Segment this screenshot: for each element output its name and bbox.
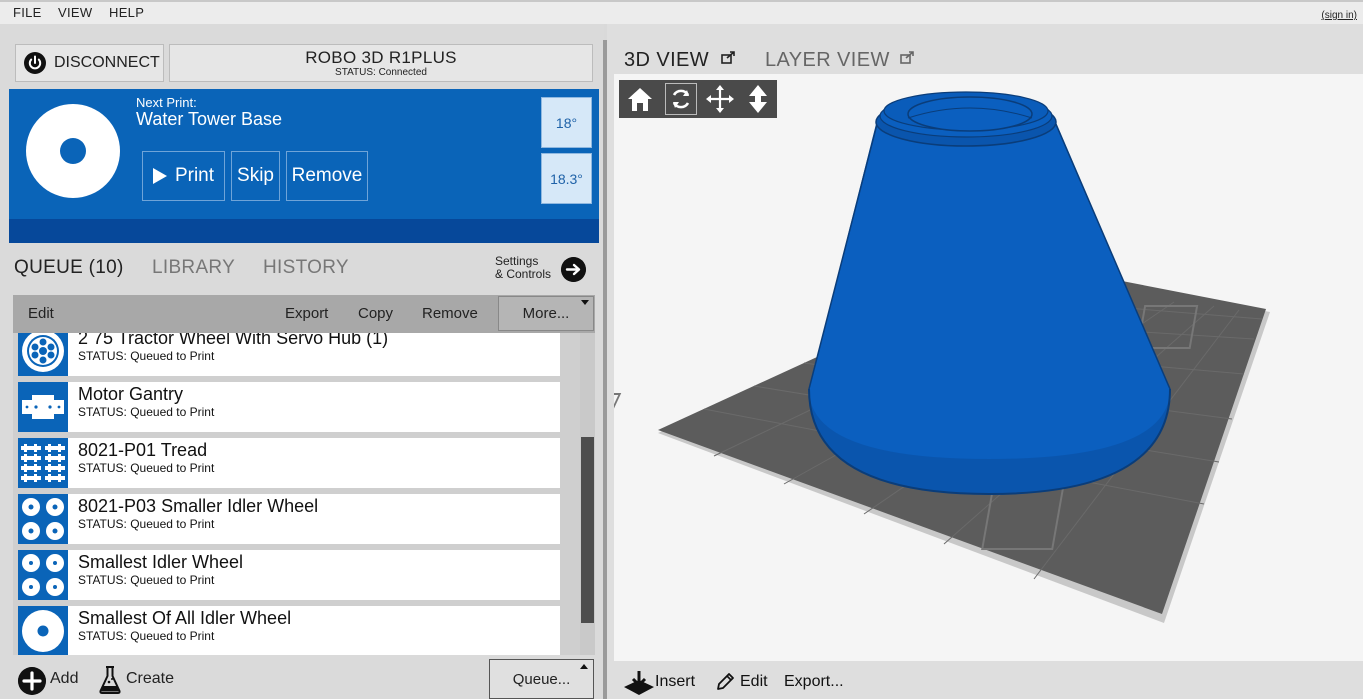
tractor-wheel-icon [18, 333, 68, 376]
rotate-icon[interactable] [665, 83, 697, 115]
item-status: STATUS: Queued to Print [78, 629, 215, 643]
list-item[interactable]: Motor Gantry STATUS: Queued to Print [18, 382, 560, 432]
next-print-label: Next Print: [136, 95, 197, 110]
disconnect-button[interactable]: DISCONNECT [15, 44, 164, 82]
plus-icon[interactable] [18, 667, 46, 695]
insert-button[interactable]: Insert [655, 673, 695, 691]
printer-name: ROBO 3D R1PLUS [305, 48, 457, 67]
popout-icon [899, 51, 914, 64]
sign-in-link[interactable]: (sign in) [1321, 10, 1357, 21]
menu-bar: FILE VIEW HELP (sign in) [0, 0, 1363, 24]
more-button[interactable]: More... [498, 296, 594, 331]
list-item[interactable]: 2 75 Tractor Wheel With Servo Hub (1) ST… [18, 333, 560, 376]
insert-icon[interactable] [623, 669, 655, 697]
tab-3d-view-label: 3D VIEW [624, 49, 710, 71]
tread-icon [18, 438, 68, 488]
tab-history[interactable]: HISTORY [263, 257, 349, 279]
settings-line2: & Controls [495, 267, 552, 281]
item-title: 8021-P01 Tread [78, 440, 208, 460]
menu-file[interactable]: FILE [13, 5, 42, 20]
popout-icon [721, 51, 735, 64]
next-print-name: Water Tower Base [136, 109, 283, 129]
tab-library[interactable]: LIBRARY [152, 257, 235, 279]
power-icon [24, 52, 46, 74]
item-title: Motor Gantry [78, 384, 184, 404]
next-print-thumbnail [26, 104, 120, 198]
menu-help[interactable]: HELP [109, 5, 144, 20]
list-item[interactable]: 8021-P01 Tread STATUS: Queued to Print [18, 438, 560, 488]
zoom-icon[interactable] [743, 84, 773, 114]
disconnect-label: DISCONNECT [54, 54, 160, 71]
four-wheels-icon [18, 494, 68, 544]
item-status: STATUS: Queued to Print [78, 349, 215, 363]
printer-status: STATUS: Connected [335, 67, 427, 78]
print-label: Print [174, 165, 215, 186]
more-label: More... [522, 305, 570, 322]
temperature-2[interactable]: 18.3° [541, 153, 592, 204]
caret-down-icon [581, 300, 589, 305]
tab-layer-view[interactable]: LAYER VIEW [765, 49, 914, 72]
skip-button[interactable]: Skip [231, 151, 280, 201]
ring-icon [18, 606, 68, 655]
scrollbar-thumb[interactable] [581, 437, 594, 623]
tab-3d-view[interactable]: 3D VIEW [624, 49, 735, 72]
copy-button[interactable]: Copy [358, 305, 393, 322]
list-item[interactable]: Smallest Of All Idler Wheel STATUS: Queu… [18, 606, 560, 655]
four-wheels-icon [18, 550, 68, 600]
flask-icon[interactable] [98, 665, 122, 695]
list-item[interactable]: 8021-P03 Smaller Idler Wheel STATUS: Que… [18, 494, 560, 544]
pan-icon[interactable] [705, 84, 735, 114]
model-hole [907, 96, 1033, 132]
edit-button[interactable]: Edit [28, 305, 54, 322]
caret-up-icon [580, 664, 588, 669]
item-title: Smallest Idler Wheel [78, 552, 244, 572]
export-button[interactable]: Export [285, 305, 328, 322]
tab-queue[interactable]: QUEUE (10) [14, 257, 124, 279]
edit-model-button[interactable]: Edit [740, 673, 768, 691]
item-status: STATUS: Queued to Print [78, 405, 215, 419]
scene-render [555, 91, 1270, 623]
home-icon[interactable] [625, 84, 655, 114]
gantry-icon [18, 382, 68, 432]
next-print-panel: Next Print: Water Tower Base Print Skip … [9, 89, 599, 243]
queue-label: Queue... [512, 670, 571, 688]
queue-button[interactable]: Queue... [489, 659, 594, 699]
printer-info: ROBO 3D R1PLUS STATUS: Connected [169, 44, 593, 82]
item-status: STATUS: Queued to Print [78, 573, 215, 587]
add-button[interactable]: Add [50, 670, 78, 688]
list-item[interactable]: Smallest Idler Wheel STATUS: Queued to P… [18, 550, 560, 600]
item-title: Smallest Of All Idler Wheel [78, 608, 292, 628]
item-status: STATUS: Queued to Print [78, 517, 215, 531]
left-bottom-bar: Add Create Queue... [0, 657, 604, 699]
remove-button[interactable]: Remove [422, 305, 478, 322]
print-button[interactable]: Print [142, 151, 225, 201]
pencil-icon[interactable] [715, 672, 735, 692]
progress-strip [9, 219, 599, 243]
viewport-bottom-bar: Insert Edit Export... [607, 661, 1363, 699]
item-title: 2 75 Tractor Wheel With Servo Hub (1) [78, 333, 389, 348]
tab-layer-view-label: LAYER VIEW [765, 49, 890, 71]
arrow-right-icon[interactable] [561, 257, 586, 282]
item-title: 8021-P03 Smaller Idler Wheel [78, 496, 319, 516]
viewport-tools [619, 80, 777, 118]
queue-list: 2 75 Tractor Wheel With Servo Hub (1) ST… [13, 333, 595, 655]
queue-toolbar: Edit Export Copy Remove More... [13, 295, 595, 333]
create-button[interactable]: Create [126, 670, 174, 688]
temperature-1[interactable]: 18° [541, 97, 592, 148]
settings-controls-link[interactable]: Settings & Controls [495, 255, 551, 281]
remove-next-button[interactable]: Remove [286, 151, 368, 201]
item-status: STATUS: Queued to Print [78, 461, 215, 475]
menu-view[interactable]: VIEW [58, 5, 92, 20]
3d-viewport[interactable] [555, 74, 1363, 661]
export-model-button[interactable]: Export... [784, 673, 844, 691]
play-icon [152, 168, 167, 184]
